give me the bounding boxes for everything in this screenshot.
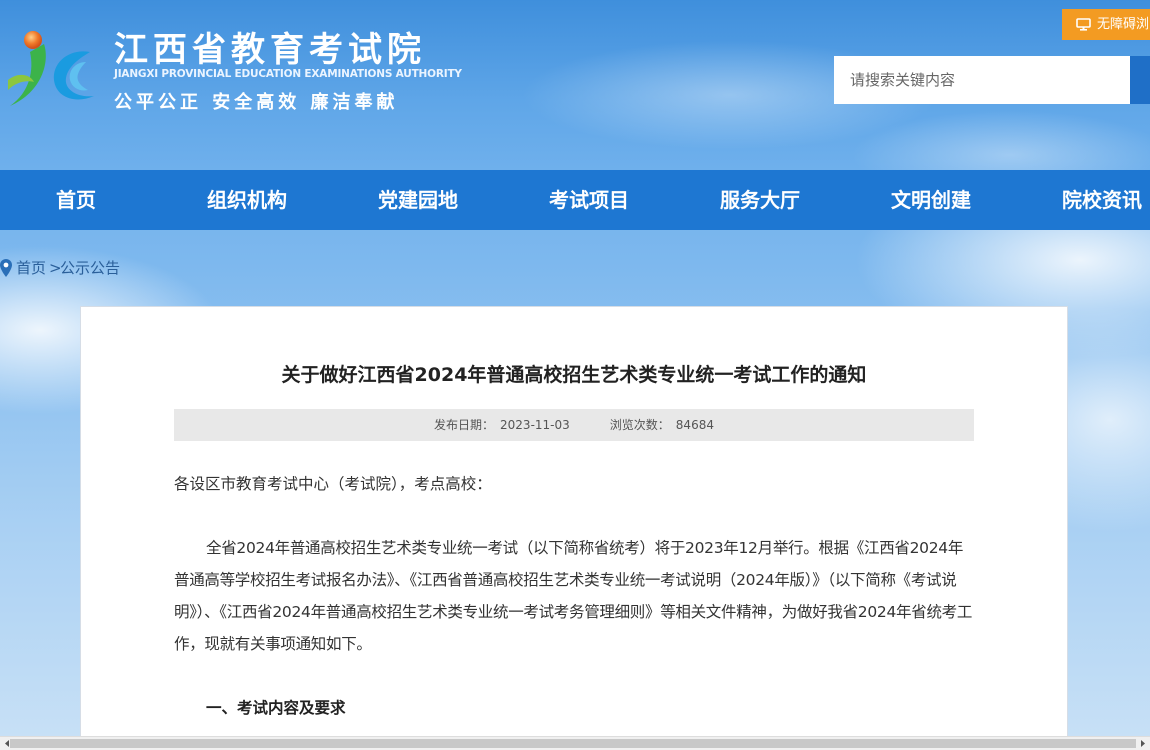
nav-item-home[interactable]: 首页 [56,170,96,230]
header-cloud [850,110,1150,170]
breadcrumb-current-link[interactable]: 公示公告 [60,256,120,280]
nav-item-service-hall[interactable]: 服务大厅 [720,170,800,230]
publish-date: 2023-11-03 [500,418,570,432]
article-title: 关于做好江西省2024年普通高校招生艺术类专业统一考试工作的通知 [281,364,867,386]
views-count: 84684 [675,418,714,432]
section-heading: 一、考试内容及要求 [206,699,346,717]
nav-item-school-news[interactable]: 院校资讯 [1062,170,1142,230]
nav-item-civilization[interactable]: 文明创建 [891,170,971,230]
search-button[interactable] [1130,56,1150,104]
accessibility-button[interactable]: 无障碍浏览 [1062,9,1150,40]
accessibility-label: 无障碍浏览 [1097,17,1150,32]
site-subtitle: JIANGXI PROVINCIAL EDUCATION EXAMINATION… [114,68,462,80]
site-title: 江西省教育考试院 [114,30,426,70]
search-input[interactable] [834,56,1130,104]
nav-item-organization[interactable]: 组织机构 [207,170,287,230]
main-nav: 首页 组织机构 党建园地 考试项目 服务大厅 文明创建 院校资讯 [0,170,1150,230]
jx-logo-icon[interactable] [0,22,100,114]
article-meta-bar: 发布日期： 2023-11-03 浏览次数： 84684 [174,409,974,441]
monitor-icon [1076,18,1091,31]
views-label: 浏览次数： [609,418,670,432]
publish-date-label: 发布日期： [434,418,495,432]
horizontal-scrollbar[interactable] [0,736,1150,750]
article-greeting: 各设区市教育考试中心（考试院），考点高校： [174,475,492,493]
scrollbar-thumb[interactable] [10,739,1136,748]
site-header: 江西省教育考试院 JIANGXI PROVINCIAL EDUCATION EX… [0,0,1150,170]
article-paragraph: 全省2024年普通高校招生艺术类专业统一考试（以下简称省统考）将于2023年12… [174,539,973,653]
scroll-right-icon[interactable] [1136,737,1150,750]
location-pin-icon [0,259,12,277]
nav-item-exam-projects[interactable]: 考试项目 [549,170,629,230]
site-motto: 公平公正 安全高效 廉洁奉献 [114,92,399,113]
article-card: 关于做好江西省2024年普通高校招生艺术类专业统一考试工作的通知 发布日期： 20… [80,306,1068,750]
nav-item-party-building[interactable]: 党建园地 [378,170,458,230]
breadcrumb: 首页 > 公示公告 [0,256,200,280]
breadcrumb-home-link[interactable]: 首页 [16,256,46,280]
